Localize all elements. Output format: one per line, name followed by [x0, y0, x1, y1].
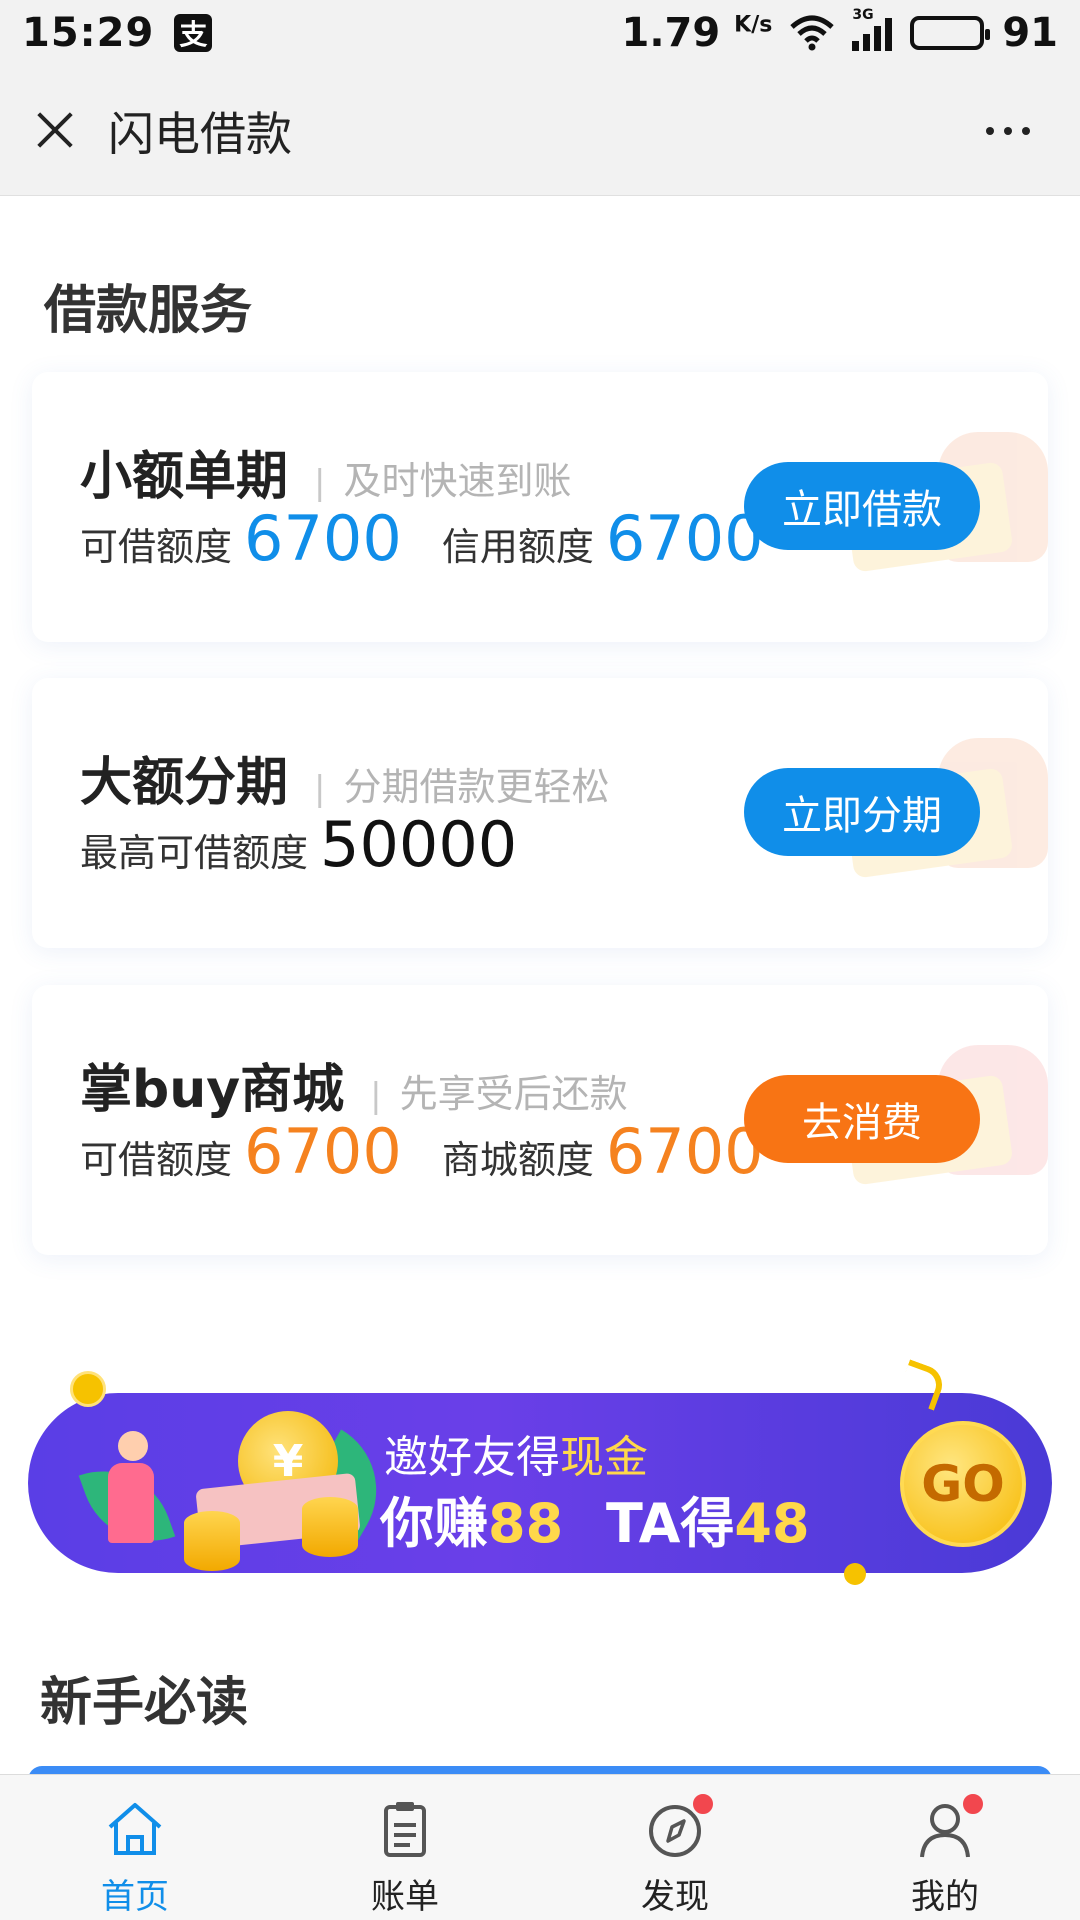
divider: |	[370, 1076, 382, 1116]
banner-reward: 你赚88 TA得48	[380, 1492, 810, 1555]
available-label: 可借额度	[80, 525, 233, 569]
wifi-icon	[790, 15, 834, 51]
status-time: 15:29	[22, 10, 155, 56]
invite-banner[interactable]: ¥ 邀好友得现金 你赚88 TA得48 GO	[28, 1359, 1052, 1585]
decor-dot	[844, 1563, 866, 1585]
notification-badge	[690, 1791, 716, 1817]
available-amount: 6700	[244, 502, 402, 575]
section-title-guide: 新手必读	[40, 1673, 249, 1733]
tab-home[interactable]: 首页	[0, 1775, 270, 1920]
home-icon	[102, 1797, 168, 1861]
compass-icon	[642, 1791, 716, 1861]
max-available-label: 最高可借额度	[80, 831, 309, 875]
go-shopping-button[interactable]: 去消费	[744, 1075, 980, 1163]
tab-mine[interactable]: 我的	[810, 1775, 1080, 1920]
borrow-now-button[interactable]: 立即借款	[744, 462, 980, 550]
signal-icon: 3G	[852, 7, 893, 51]
banner-headline: 邀好友得现金	[384, 1432, 648, 1483]
mall-card[interactable]: 掌buy商城 | 先享受后还款 可借额度 6700 商城额度 6700 去消费	[32, 985, 1048, 1255]
bill-icon	[372, 1797, 438, 1861]
mall-credit-label: 商城额度	[441, 1138, 594, 1182]
user-icon	[912, 1791, 986, 1861]
network-type: 3G	[852, 7, 874, 23]
status-bar: 15:29 支 1.79 K/s 3G 91	[0, 0, 1080, 66]
person-illustration	[108, 1431, 158, 1551]
sparkle-icon	[896, 1359, 948, 1411]
tab-discover[interactable]: 发现	[540, 1775, 810, 1920]
notification-badge	[960, 1791, 986, 1817]
loan-card-small[interactable]: 小额单期 | 及时快速到账 可借额度 6700 信用额度 6700 立即借款	[32, 372, 1048, 642]
tab-label: 我的	[911, 1877, 979, 1917]
tab-label: 首页	[101, 1877, 169, 1917]
credit-amount: 6700	[605, 502, 764, 575]
installment-now-button[interactable]: 立即分期	[744, 768, 980, 856]
tab-label: 账单	[371, 1877, 439, 1917]
network-speed: 1.79 K/s	[621, 10, 773, 56]
mall-credit-amount: 6700	[605, 1115, 764, 1188]
card-title: 小额单期	[80, 447, 289, 507]
battery-level: 91	[1002, 10, 1058, 56]
available-label: 可借额度	[80, 1138, 233, 1182]
card-title: 大额分期	[80, 753, 289, 813]
divider: |	[314, 769, 326, 809]
card-subtitle: 及时快速到账	[343, 459, 572, 503]
section-title-loan: 借款服务	[44, 281, 253, 341]
credit-label: 信用额度	[441, 525, 594, 569]
money-illustration: ¥	[78, 1401, 402, 1571]
bottom-tab-bar: 首页 账单 发现 我的	[0, 1774, 1080, 1920]
card-subtitle: 先享受后还款	[399, 1072, 628, 1116]
max-available-amount: 50000	[320, 808, 518, 881]
tab-bill[interactable]: 账单	[270, 1775, 540, 1920]
page-title: 闪电借款	[108, 106, 292, 161]
more-icon[interactable]	[986, 126, 1030, 135]
go-button[interactable]: GO	[900, 1421, 1026, 1547]
alipay-icon: 支	[174, 14, 213, 52]
title-bar: 闪电借款	[0, 66, 1080, 196]
card-title: 掌buy商城	[80, 1060, 345, 1120]
close-icon[interactable]	[30, 106, 80, 156]
card-subtitle: 分期借款更轻松	[343, 765, 610, 809]
available-amount: 6700	[244, 1115, 402, 1188]
tab-label: 发现	[641, 1877, 709, 1917]
battery-icon	[910, 16, 991, 50]
divider: |	[314, 463, 326, 503]
loan-card-large[interactable]: 大额分期 | 分期借款更轻松 最高可借额度 50000 立即分期	[32, 678, 1048, 948]
